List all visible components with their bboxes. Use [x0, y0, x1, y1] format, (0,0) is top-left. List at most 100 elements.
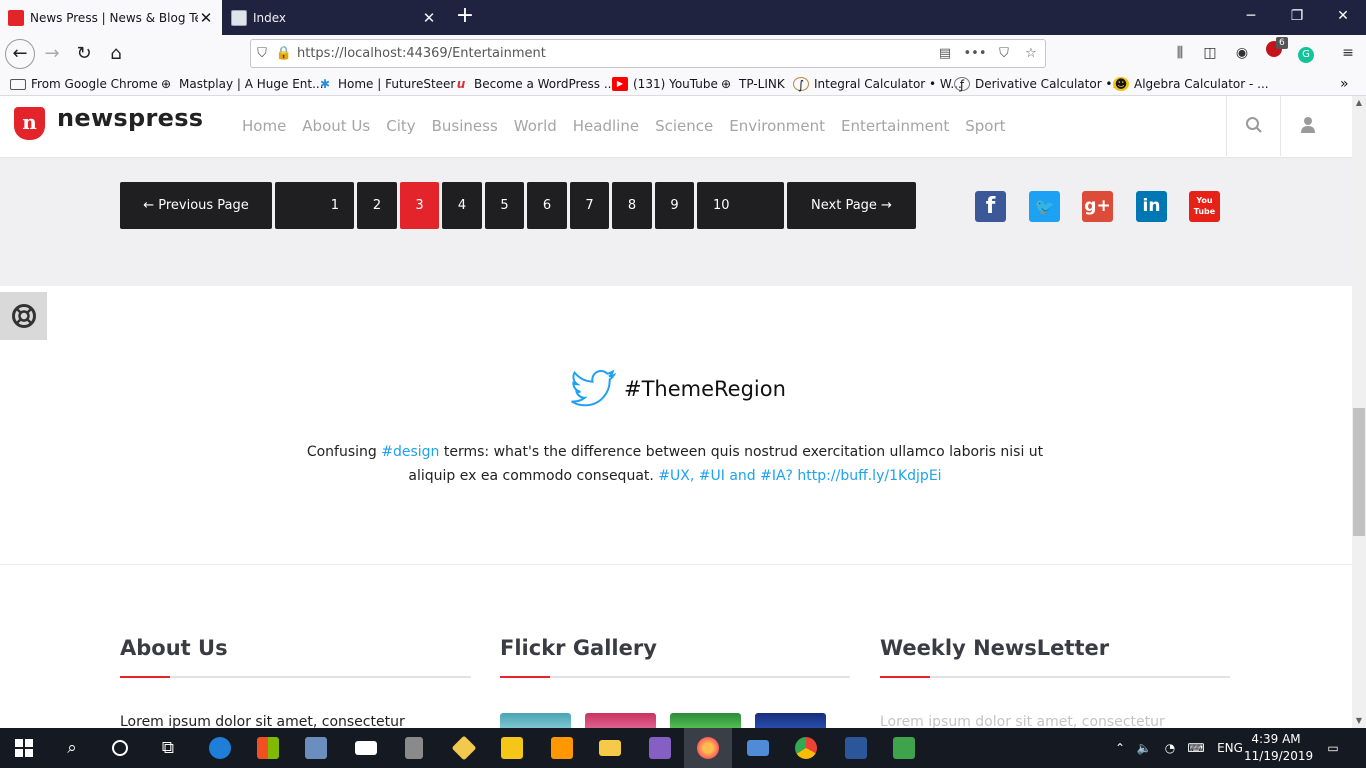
minimize-button[interactable]: ─ [1228, 0, 1274, 35]
volume-icon[interactable]: 🔈 [1134, 728, 1154, 768]
app-icon[interactable] [880, 728, 928, 768]
tweet-handle[interactable]: #ThemeRegion [624, 377, 786, 401]
page-actions-icon[interactable]: ••• [959, 46, 991, 61]
google-plus-icon[interactable]: g+ [1082, 191, 1113, 222]
nav-world[interactable]: World [514, 117, 557, 135]
control-panel-icon[interactable] [292, 728, 340, 768]
file-explorer-icon[interactable] [586, 728, 634, 768]
virtualbox-icon[interactable] [440, 728, 488, 768]
bookmark-item[interactable]: ∫ Integral Calculator • W... [793, 75, 962, 93]
page-9-button[interactable]: 9 [655, 182, 694, 229]
tweet-links[interactable]: #UX, #UI and #IA? http://buff.ly/1KdjpEi [658, 468, 941, 484]
linkedin-icon[interactable]: in [1136, 191, 1167, 222]
edge-icon[interactable] [196, 728, 244, 768]
home-button[interactable]: ⌂ [101, 39, 131, 69]
page-8-button[interactable]: 8 [612, 182, 652, 229]
nav-city[interactable]: City [386, 117, 415, 135]
page-4-button[interactable]: 4 [442, 182, 482, 229]
mail-icon[interactable] [342, 728, 390, 768]
bookmark-star-icon[interactable]: ☆ [1017, 46, 1045, 61]
account-icon[interactable]: ◉ [1230, 41, 1254, 65]
start-button[interactable] [0, 728, 48, 768]
bookmark-item[interactable]: ƒ Derivative Calculator •... [954, 75, 1124, 93]
grammarly-icon[interactable]: G [1294, 41, 1318, 65]
help-lifebuoy-button[interactable] [0, 292, 47, 340]
page-10-button[interactable]: 10 [697, 182, 784, 229]
twitter-icon[interactable]: 🐦 [1029, 191, 1060, 222]
newspress-logo-icon[interactable]: n [14, 107, 45, 140]
facebook-icon[interactable]: f [975, 191, 1006, 222]
page-1-button[interactable]: 1 [275, 182, 354, 229]
lock-warning-icon[interactable]: 🔒 [273, 46, 295, 61]
nav-sport[interactable]: Sport [965, 117, 1005, 135]
keyboard-icon[interactable]: ⌨ [1184, 728, 1208, 768]
player-icon[interactable] [488, 728, 536, 768]
sublime-text-icon[interactable] [538, 728, 586, 768]
calculator-icon[interactable] [390, 728, 438, 768]
bookmark-item[interactable]: ▶ (131) YouTube [612, 75, 718, 93]
nav-about-us[interactable]: About Us [302, 117, 370, 135]
bookmark-item[interactable]: From Google Chrome [10, 75, 158, 93]
next-page-button[interactable]: Next Page → [787, 182, 916, 229]
bookmark-item[interactable]: ✱ Home | FutureSteer [317, 75, 455, 93]
network-icon[interactable]: ◔ [1160, 728, 1180, 768]
reload-button[interactable]: ↻ [69, 39, 99, 69]
more-bookmarks-chevron-icon[interactable]: » [1340, 75, 1349, 93]
search-icon[interactable]: ⌕ [48, 728, 96, 768]
nav-environment[interactable]: Environment [729, 117, 825, 135]
nav-headline[interactable]: Headline [573, 117, 639, 135]
bookmark-item[interactable]: ☻ Algebra Calculator - ... [1113, 75, 1269, 93]
pocket-icon[interactable]: ⛉ [991, 46, 1017, 61]
site-logo-text[interactable]: newspress [57, 104, 203, 132]
restore-button[interactable]: ❐ [1274, 0, 1320, 35]
tab-newspress[interactable]: News Press | News & Blog Template ✕ [0, 0, 222, 35]
address-bar[interactable]: ⛉ 🔒 ▤ ••• ⛉ ☆ [250, 39, 1046, 68]
chrome-icon[interactable] [782, 728, 830, 768]
page-2-button[interactable]: 2 [357, 182, 397, 229]
bookmark-item[interactable]: ⊕ Mastplay | A Huge Ent... [158, 75, 324, 93]
cortana-icon[interactable] [96, 728, 144, 768]
notifications-icon[interactable]: ▭ [1318, 728, 1348, 768]
close-tab-icon[interactable]: ✕ [421, 9, 437, 27]
previous-page-button[interactable]: ← Previous Page [120, 182, 272, 229]
youtube-icon[interactable]: You Tube [1189, 191, 1220, 222]
word-icon[interactable] [832, 728, 880, 768]
close-tab-icon[interactable]: ✕ [198, 9, 214, 27]
forward-button[interactable]: → [37, 39, 67, 69]
close-window-button[interactable]: ✕ [1320, 0, 1366, 35]
tab-index[interactable]: Index ✕ [223, 0, 445, 35]
new-tab-button[interactable]: + [452, 4, 478, 30]
bookmark-item[interactable]: ⊕ TP-LINK [718, 75, 785, 93]
user-icon[interactable] [1297, 116, 1319, 138]
scroll-up-icon[interactable]: ▲ [1352, 96, 1366, 110]
remote-desktop-icon[interactable] [734, 728, 782, 768]
back-button[interactable]: ← [5, 39, 35, 69]
nav-home[interactable]: Home [242, 117, 286, 135]
language-indicator[interactable]: ENG [1212, 728, 1248, 768]
adblock-extension-icon[interactable]: 6 [1262, 37, 1288, 65]
scroll-down-icon[interactable]: ▼ [1352, 714, 1366, 728]
show-hidden-icons-chevron-icon[interactable]: ⌃ [1110, 728, 1130, 768]
nav-business[interactable]: Business [432, 117, 498, 135]
store-icon[interactable] [244, 728, 292, 768]
design-hashtag-link[interactable]: #design [381, 444, 439, 460]
url-input[interactable] [295, 46, 931, 61]
nav-science[interactable]: Science [655, 117, 713, 135]
scrollbar-thumb[interactable] [1353, 408, 1365, 536]
bookmark-item[interactable]: u Become a WordPress ... [453, 75, 616, 93]
tracking-shield-icon[interactable]: ⛉ [251, 46, 273, 61]
library-icon[interactable]: ⫼ [1168, 41, 1192, 65]
sidebar-icon[interactable]: ◫ [1198, 41, 1222, 65]
page-5-button[interactable]: 5 [485, 182, 524, 229]
firefox-icon[interactable] [684, 728, 732, 768]
task-view-icon[interactable]: ⧉ [144, 728, 192, 768]
page-3-button[interactable]: 3 [400, 182, 439, 229]
page-6-button[interactable]: 6 [527, 182, 567, 229]
nav-entertainment[interactable]: Entertainment [841, 117, 949, 135]
system-clock[interactable]: 4:39 AM 11/19/2019 [1244, 731, 1313, 765]
menu-icon[interactable]: ≡ [1336, 41, 1360, 65]
search-icon[interactable] [1243, 116, 1265, 138]
reader-view-icon[interactable]: ▤ [931, 46, 959, 61]
visual-studio-icon[interactable] [636, 728, 684, 768]
page-scrollbar[interactable]: ▲ ▼ [1352, 96, 1366, 728]
